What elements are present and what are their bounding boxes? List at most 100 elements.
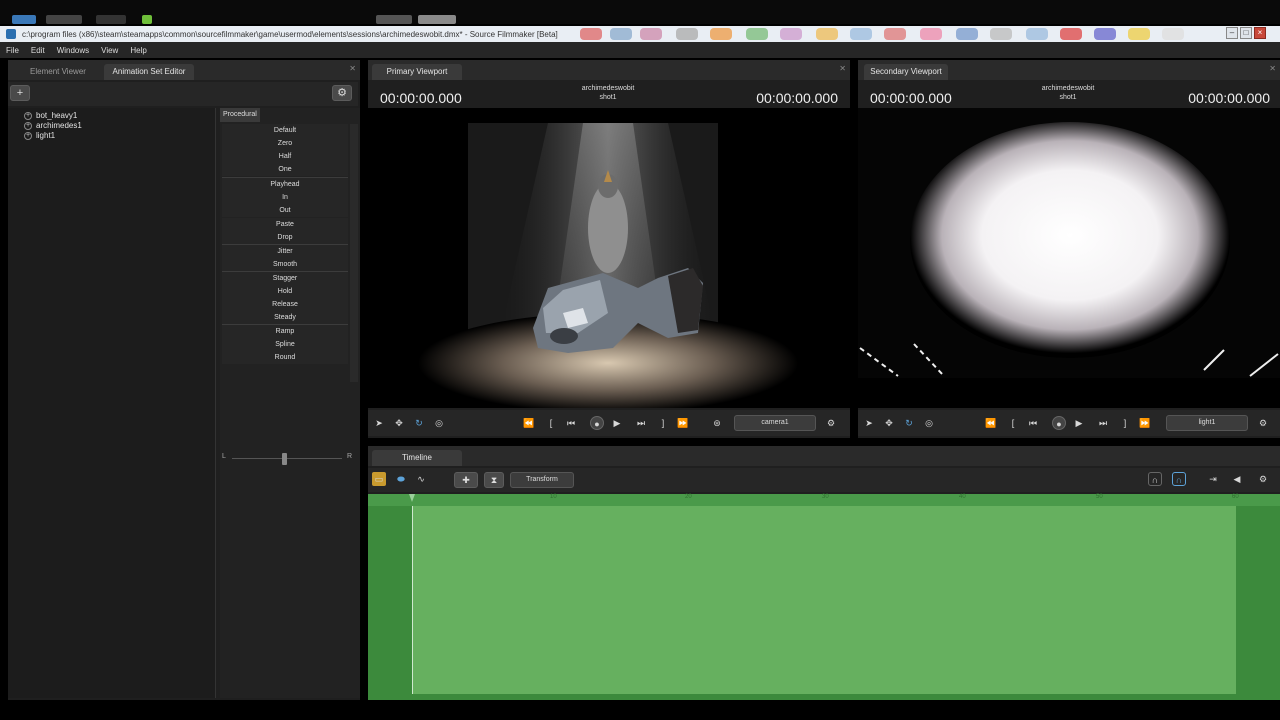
expand-icon[interactable]: + [24,111,32,120]
taskbar-icon[interactable] [46,15,82,24]
move-tool-icon[interactable]: ✥ [392,416,406,430]
taskbar-icon[interactable] [376,15,412,24]
snap-icon[interactable]: ∩ [1172,472,1186,486]
tab-element-viewer[interactable]: Element Viewer [18,64,98,80]
scale-tool-icon[interactable]: ◎ [922,416,936,430]
menu-file[interactable]: File [6,46,19,55]
preset-one[interactable]: One [222,163,348,176]
gear-icon[interactable]: ⚙ [1256,416,1270,430]
gear-icon[interactable]: ⚙ [332,85,352,101]
filter-icon[interactable]: ⧗ [484,472,504,488]
tab-secondary-viewport[interactable]: Secondary Viewport [864,64,948,80]
preset-stagger[interactable]: Stagger [222,272,348,285]
next-keyframe-icon[interactable]: ] [1118,416,1132,430]
balance-slider[interactable]: L R [220,451,360,465]
fast-forward-icon[interactable]: ⏩ [1138,416,1152,430]
gear-icon[interactable]: ⚙ [824,416,838,430]
add-animation-set-button[interactable]: + [10,85,30,101]
step-forward-icon[interactable]: ⏭ [1096,416,1110,430]
fast-forward-icon[interactable]: ⏩ [676,416,690,430]
maximize-button[interactable]: □ [1240,27,1252,39]
secondary-scene-image [858,108,1280,408]
tab-timeline[interactable]: Timeline [372,450,462,466]
menu-help[interactable]: Help [130,46,146,55]
taskbar-icon[interactable] [418,15,456,24]
rewind-icon[interactable]: ⏪ [984,416,998,430]
rotate-tool-icon[interactable]: ↻ [902,416,916,430]
play-icon[interactable]: ▶ [1072,416,1086,430]
select-tool-icon[interactable]: ➤ [372,416,386,430]
tree-item-bot-heavy1[interactable]: + bot_heavy1 [24,111,77,120]
preset-playhead[interactable]: Playhead [222,178,348,191]
next-keyframe-icon[interactable]: ] [656,416,670,430]
timeline-ruler[interactable]: 10 20 30 40 50 60 [368,494,1280,506]
preset-paste[interactable]: Paste [222,218,348,231]
previous-keyframe-icon[interactable]: [ [544,416,558,430]
close-icon[interactable]: ✕ [839,64,846,73]
preset-steady[interactable]: Steady [222,311,348,324]
motion-editor-icon[interactable]: ⬬ [394,472,408,486]
step-back-icon[interactable]: ⏮ [564,416,578,430]
taskbar-icon[interactable] [142,15,152,24]
tab-primary-viewport[interactable]: Primary Viewport [372,64,462,80]
preset-smooth[interactable]: Smooth [222,258,348,271]
jump-to-end-icon[interactable]: ⇥ [1206,472,1220,486]
audio-icon[interactable]: ◀ [1230,472,1244,486]
preset-round[interactable]: Round [222,351,348,364]
secondary-viewport-render[interactable] [858,108,1280,408]
shot-clip[interactable] [412,506,1236,694]
preset-zero[interactable]: Zero [222,137,348,150]
ruler-tick: 10 [550,494,557,500]
preset-spline[interactable]: Spline [222,338,348,351]
tab-animation-set-editor[interactable]: Animation Set Editor [104,64,194,80]
close-icon[interactable]: ✕ [349,64,356,73]
expand-icon[interactable]: + [24,131,32,140]
slider-handle[interactable] [282,453,287,465]
timeline-area[interactable]: 10 20 30 40 50 60 [368,494,1280,700]
preset-hold[interactable]: Hold [222,285,348,298]
taskbar-icon[interactable] [12,15,36,24]
procedural-header[interactable]: Procedural [220,108,260,122]
preset-drop[interactable]: Drop [222,231,348,244]
add-icon[interactable]: ✚ [454,472,478,488]
ruler-tick: 20 [685,494,692,500]
menu-view[interactable]: View [101,46,118,55]
preset-release[interactable]: Release [222,298,348,311]
primary-viewport-render[interactable] [368,108,850,408]
play-icon[interactable]: ▶ [610,416,624,430]
magnet-icon[interactable]: ∩ [1148,472,1162,486]
step-back-icon[interactable]: ⏮ [1026,416,1040,430]
move-tool-icon[interactable]: ✥ [882,416,896,430]
taskbar-icon[interactable] [96,15,126,24]
preset-in[interactable]: In [222,191,348,204]
rotate-tool-icon[interactable]: ↻ [412,416,426,430]
clip-editor-icon[interactable]: ▭ [372,472,386,486]
preset-half[interactable]: Half [222,150,348,163]
step-forward-icon[interactable]: ⏭ [634,416,648,430]
minimize-button[interactable]: – [1226,27,1238,39]
preset-default[interactable]: Default [222,124,348,137]
menu-edit[interactable]: Edit [31,46,45,55]
transform-mode-select[interactable]: Transform [510,472,574,488]
preset-scrollbar[interactable] [350,124,358,382]
rewind-icon[interactable]: ⏪ [522,416,536,430]
tree-item-light1[interactable]: + light1 [24,131,55,140]
camera-select[interactable]: camera1 [734,415,816,431]
tree-item-archimedes1[interactable]: + archimedes1 [24,121,82,130]
preset-jitter[interactable]: Jitter [222,245,348,258]
previous-keyframe-icon[interactable]: [ [1006,416,1020,430]
graph-editor-icon[interactable]: ∿ [414,472,428,486]
select-tool-icon[interactable]: ➤ [862,416,876,430]
record-icon[interactable]: ● [1052,416,1066,430]
preset-ramp[interactable]: Ramp [222,325,348,338]
close-icon[interactable]: ✕ [1269,64,1276,73]
camera-target-icon[interactable]: ⊛ [710,416,724,430]
menu-windows[interactable]: Windows [57,46,89,55]
expand-icon[interactable]: + [24,121,32,130]
close-button[interactable]: × [1254,27,1266,39]
camera-select[interactable]: light1 [1166,415,1248,431]
scale-tool-icon[interactable]: ◎ [432,416,446,430]
record-icon[interactable]: ● [590,416,604,430]
gear-icon[interactable]: ⚙ [1256,472,1270,486]
preset-out[interactable]: Out [222,204,348,217]
